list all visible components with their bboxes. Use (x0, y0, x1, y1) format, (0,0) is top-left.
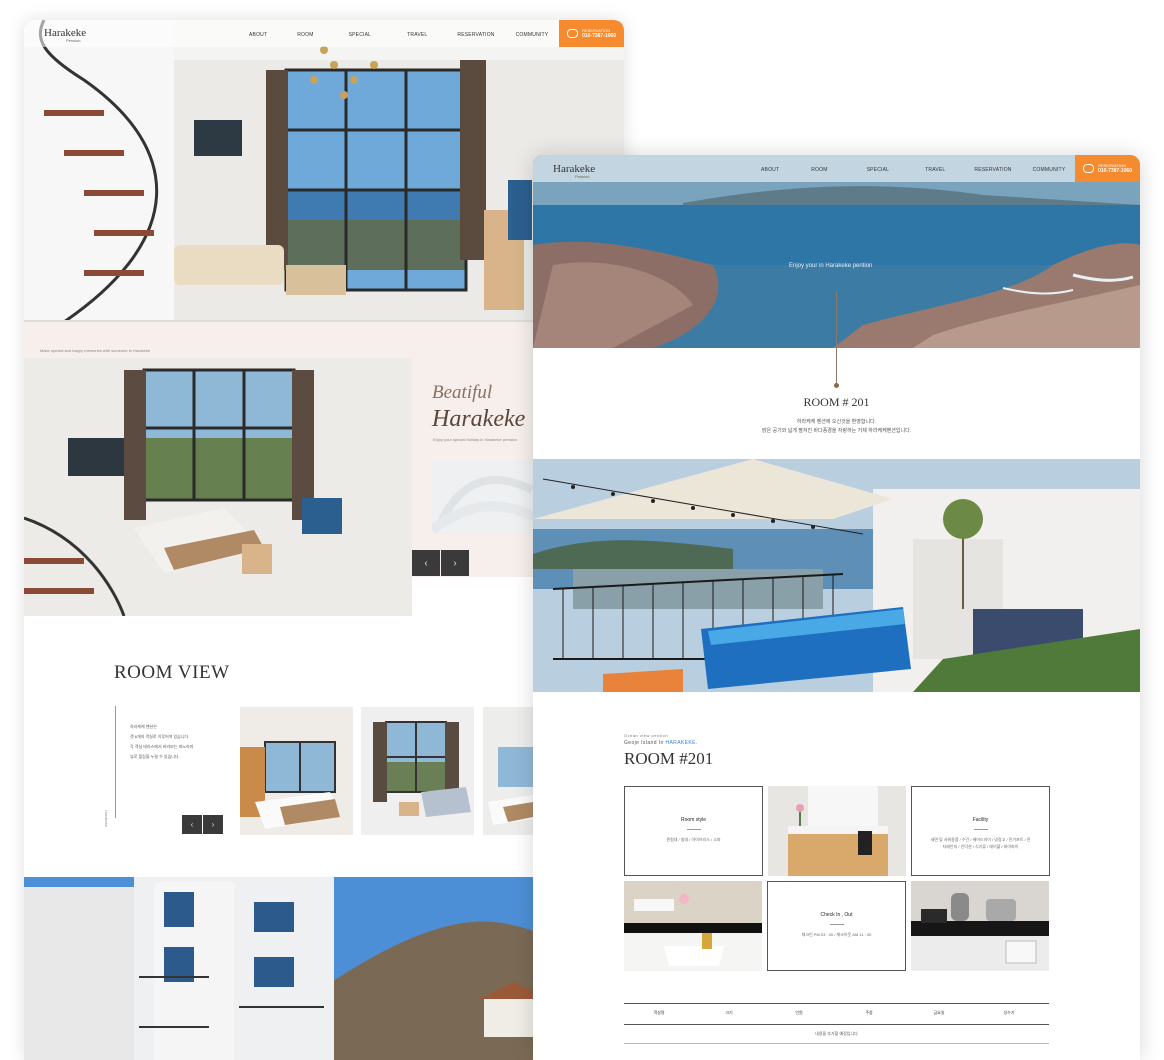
right-main-menu: ABOUT ROOM SPECIAL TRAVEL RESERVATION CO… (761, 167, 1065, 173)
room-style-card: Room style 퀸침대 / 침대 / 아이브리스 / 소파 (624, 786, 763, 876)
menu-reservation[interactable]: RESERVATION (457, 32, 494, 38)
left-reservation-button[interactable]: RESERVATION 010-7387-1060 (559, 20, 624, 47)
left-main-menu: ABOUT ROOM SPECIAL TRAVEL RESERVATION CO… (249, 32, 548, 38)
room-view-divider (115, 706, 116, 818)
chevron-left-icon: ‹ (424, 557, 428, 569)
chevron-right-icon: › (211, 820, 215, 829)
left-logo[interactable]: Harakeke Pension (44, 28, 86, 43)
check-in-out-card: Check In , Out 체크인 PM 03 : 00 / 체크아웃 AM … (767, 881, 906, 971)
table-top-border (624, 1003, 1049, 1004)
hero-divider-line (836, 291, 837, 385)
bathroom-image (624, 881, 762, 971)
menu-travel[interactable]: TRAVEL (925, 167, 945, 173)
tagline: Make special and happy memories with som… (40, 348, 151, 353)
room-thumb-1[interactable] (240, 707, 353, 835)
room-view-text: 하라케케 펜션은 갯 6개의 객실로 이루어져 있습니다. 각 객실 테라스에서… (130, 724, 194, 759)
vanity-image (768, 786, 906, 876)
facility-card: Facility 세면 및 샤워용품 / 수건 / 헤어드라이 / 냉장고 / … (911, 786, 1050, 876)
slider-next-button[interactable]: › (441, 550, 469, 576)
slider-prev-button[interactable]: ‹ (412, 550, 440, 576)
brand-heading: Harakeke (432, 406, 526, 432)
vertical-label: Harakeke (104, 810, 109, 828)
table-note: 내용을 추가할 예정입니다 (815, 1031, 858, 1036)
terrace-pool-image (533, 459, 1140, 692)
kitchen-image (911, 881, 1049, 971)
beautiful-heading: Beatiful (432, 382, 493, 403)
menu-about[interactable]: ABOUT (249, 32, 267, 38)
section-eyebrow: Ocean view pention (624, 733, 669, 738)
chevron-right-icon: › (453, 557, 457, 569)
room-view-prev-button[interactable]: ‹ (182, 815, 202, 834)
textile-image (432, 460, 542, 534)
bedroom-image (24, 358, 412, 616)
right-page-mockup: Harakeke Pension ABOUT ROOM SPECIAL TRAV… (533, 155, 1140, 1060)
room-view-next-button[interactable]: › (203, 815, 223, 834)
hero-caption: Enjoy your in Harakeke pention (789, 263, 873, 269)
room-thumb-2[interactable] (361, 707, 474, 835)
chevron-left-icon: ‹ (190, 820, 194, 829)
menu-special[interactable]: SPECIAL (349, 32, 372, 38)
phone-icon (1083, 164, 1095, 173)
menu-room[interactable]: ROOM (811, 167, 827, 173)
rate-table-header: 객실명 크기 인원 주중 금요일 성수기 (653, 1010, 1015, 1015)
phone-icon (567, 29, 579, 38)
menu-travel[interactable]: TRAVEL (407, 32, 427, 38)
divider-dot (834, 383, 839, 388)
room-view-title: ROOM VIEW (114, 662, 230, 683)
room-heading: ROOM # 201 (803, 395, 870, 409)
menu-reservation[interactable]: RESERVATION (974, 167, 1011, 173)
table-header-border (624, 1024, 1049, 1025)
right-reservation-button[interactable]: RESERVATION 010-7387-1060 (1075, 155, 1140, 182)
table-bottom-border (624, 1043, 1049, 1044)
right-logo[interactable]: Harakeke Pension (553, 164, 595, 179)
section-title: ROOM #201 (624, 749, 714, 768)
section-sub: Geoje Island In HARAKEKE. (624, 740, 698, 746)
menu-community[interactable]: COMMUNITY (516, 32, 549, 38)
beautiful-subtext: Enjoy your special holiday in Harakeke p… (433, 437, 517, 442)
menu-about[interactable]: ABOUT (761, 167, 779, 173)
menu-special[interactable]: SPECIAL (867, 167, 890, 173)
room-desc-2: 맑은 공기와 넓게 펼쳐진 바다풍경을 자랑하는 거제 하라케케펜션입니다. (761, 428, 912, 434)
menu-room[interactable]: ROOM (297, 32, 313, 38)
room-thumb-3[interactable] (483, 707, 533, 835)
menu-community[interactable]: COMMUNITY (1033, 167, 1066, 173)
room-desc-1: 하라케케 펜션에 오신것을 환영합니다. (796, 419, 877, 425)
